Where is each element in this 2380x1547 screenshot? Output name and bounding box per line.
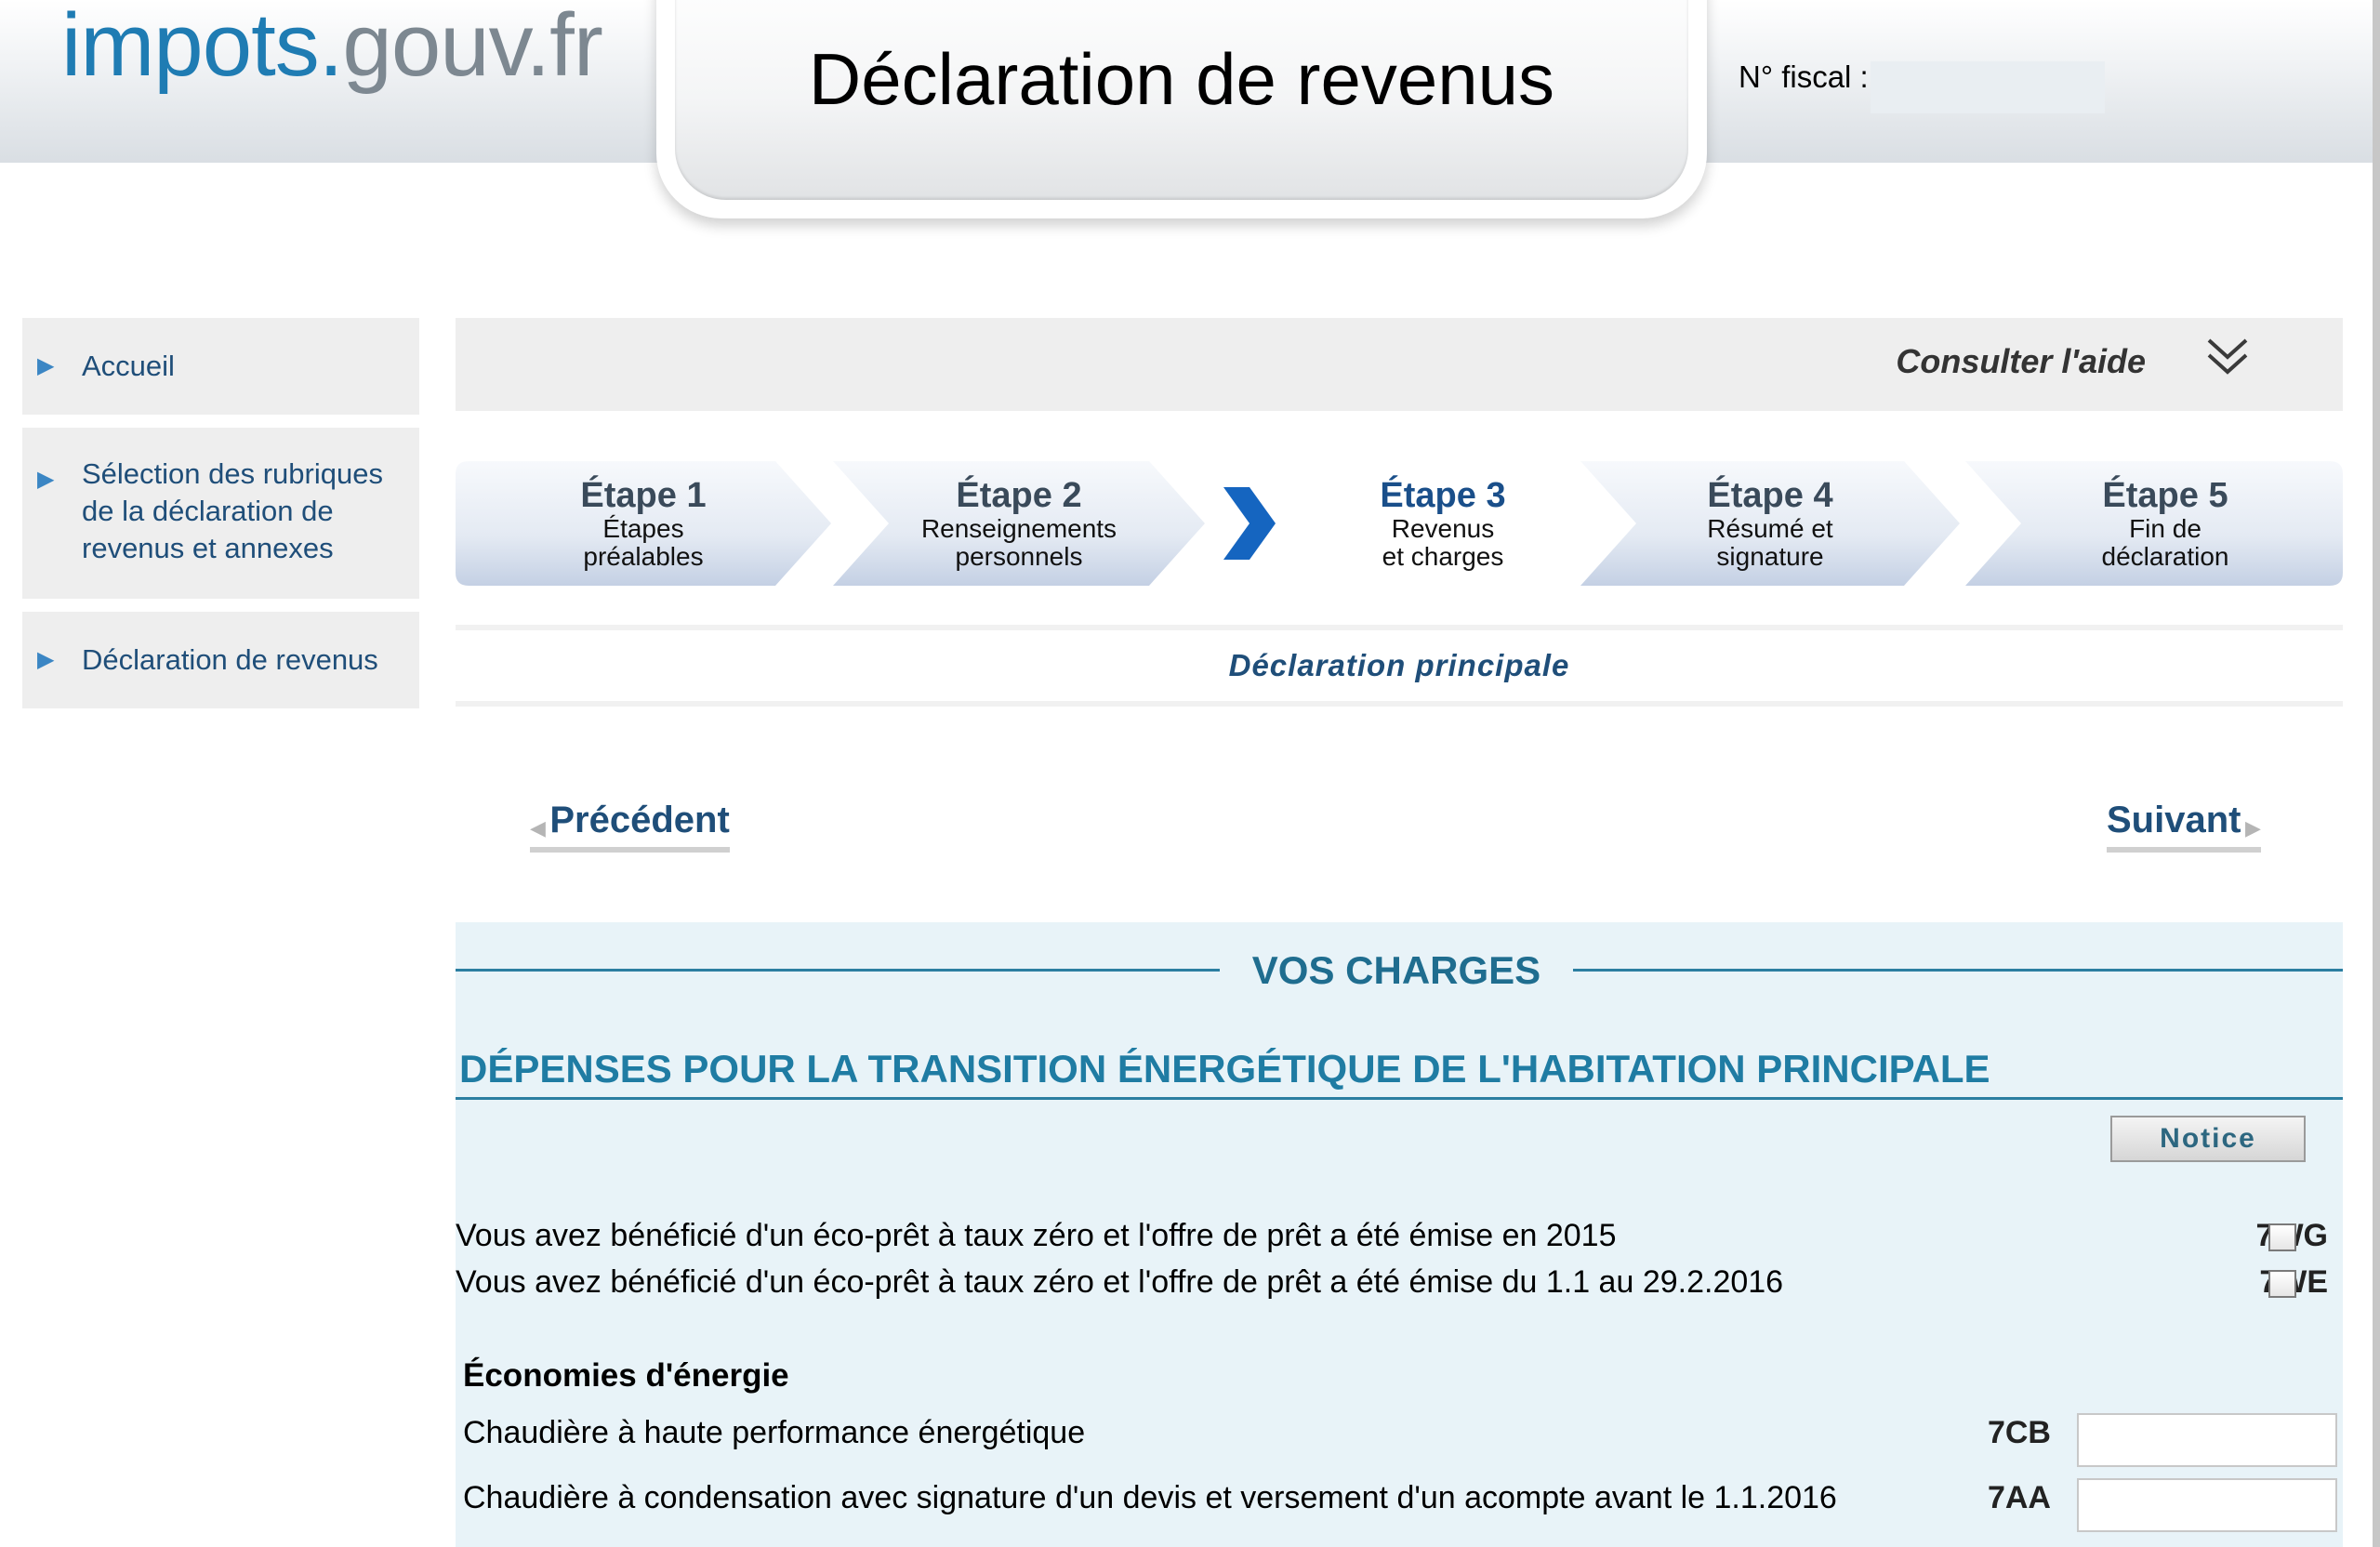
- notice-button[interactable]: Notice: [2110, 1116, 2306, 1162]
- step-desc-line2: personnels: [955, 542, 1083, 571]
- double-chevron-down-icon[interactable]: [2203, 335, 2252, 383]
- triangle-right-icon: ▶: [37, 353, 55, 378]
- previous-label: Précédent: [549, 800, 730, 840]
- previous-button[interactable]: ◀ Précédent: [530, 800, 730, 853]
- step-label: Étape 5 Fin de déclaration: [1988, 478, 2343, 571]
- page-title: Déclaration de revenus: [808, 38, 1555, 120]
- group-title: Économies d'énergie: [463, 1357, 789, 1394]
- sidebar-item-label: Déclaration de revenus: [82, 643, 378, 676]
- step-label: Étape 4 Résumé et signature: [1580, 478, 1960, 571]
- arrow-right-icon: ▶: [2244, 815, 2261, 840]
- step-desc-line1: Résumé et: [1707, 514, 1833, 543]
- subsection-title: DÉPENSES POUR LA TRANSITION ÉNERGÉTIQUE …: [459, 1047, 1990, 1091]
- step-4: Étape 4 Résumé et signature: [1580, 461, 1960, 586]
- step-desc-line1: Étapes: [602, 514, 684, 543]
- step-1: Étape 1 Étapes préalables: [456, 461, 831, 586]
- sidebar-item-declaration-revenus[interactable]: ▶ Déclaration de revenus: [22, 612, 419, 708]
- fiscal-number-value: [1871, 61, 2105, 113]
- step-desc-line1: Renseignements: [920, 514, 1117, 543]
- page-title-tab-inner: Déclaration de revenus: [675, 0, 1688, 200]
- step-desc-line2: préalables: [583, 542, 704, 571]
- step-5: Étape 5 Fin de déclaration: [1965, 461, 2343, 586]
- page-title-tab: Déclaration de revenus: [656, 0, 1707, 218]
- section-divider: [1573, 969, 2343, 972]
- fiscal-number-label: N° fiscal :: [1739, 60, 1869, 94]
- sidebar-item-label: Sélection des rubriques de la déclaratio…: [82, 457, 383, 564]
- step-label: Étape 2 Renseignements personnels: [833, 478, 1205, 571]
- arrow-left-icon: ◀: [530, 815, 546, 840]
- step-number: Étape 5: [2102, 476, 2228, 515]
- next-label: Suivant: [2107, 800, 2241, 840]
- step-2: Étape 2 Renseignements personnels: [833, 461, 1205, 586]
- subsection-divider: [456, 1097, 2343, 1100]
- help-bar: Consulter l'aide: [456, 318, 2343, 411]
- step-label: Étape 1 Étapes préalables: [456, 478, 831, 571]
- sidebar-item-selection-rubriques[interactable]: ▶ Sélection des rubriques de la déclarat…: [22, 428, 419, 599]
- triangle-right-icon: ▶: [37, 467, 55, 492]
- checkbox-7we[interactable]: [2268, 1270, 2296, 1298]
- triangle-right-icon: ▶: [37, 647, 55, 672]
- window-edge: [2373, 0, 2380, 1547]
- step-number: Étape 4: [1707, 476, 1833, 515]
- step-desc-line2: signature: [1716, 542, 1824, 571]
- step-desc-line1: Fin de: [2129, 514, 2202, 543]
- step-desc-line2: déclaration: [2101, 542, 2229, 571]
- eco-pret-2016-label: Vous avez bénéficié d'un éco-prêt à taux…: [456, 1264, 1784, 1300]
- step-desc-line1: Revenus: [1391, 514, 1495, 543]
- next-button[interactable]: Suivant ▶: [2107, 800, 2261, 853]
- step-number: Étape 1: [580, 476, 707, 515]
- step-3: Étape 3 Revenus et charges: [1209, 461, 1580, 586]
- sidebar-item-label: Accueil: [82, 350, 175, 382]
- step-desc-line2: et charges: [1382, 542, 1504, 571]
- step-number: Étape 3: [1380, 476, 1506, 515]
- section-divider: [456, 969, 1220, 972]
- eco-pret-2015-label: Vous avez bénéficié d'un éco-prêt à taux…: [456, 1218, 1617, 1253]
- box-code: 7CB: [1987, 1415, 2051, 1450]
- help-link[interactable]: Consulter l'aide: [1896, 342, 2146, 381]
- declaration-subheader: Déclaration principale: [456, 625, 2343, 707]
- charges-form: VOS CHARGES DÉPENSES POUR LA TRANSITION …: [456, 922, 2343, 1547]
- chaudiere-haute-performance-label: Chaudière à haute performance énergétiqu…: [463, 1415, 1086, 1450]
- sidebar-item-accueil[interactable]: ▶ Accueil: [22, 318, 419, 415]
- section-title: VOS CHARGES: [1251, 948, 1541, 992]
- step-number: Étape 2: [956, 476, 1082, 515]
- checkbox-7wg[interactable]: [2268, 1223, 2296, 1251]
- step-label: Étape 3 Revenus et charges: [1305, 478, 1580, 571]
- amount-input-7cb[interactable]: [2077, 1413, 2337, 1467]
- amount-input-7aa[interactable]: [2077, 1478, 2337, 1532]
- chaudiere-condensation-label: Chaudière à condensation avec signature …: [463, 1480, 1837, 1515]
- site-logo[interactable]: impots.gouv.fr: [61, 0, 603, 97]
- box-code: 7AA: [1987, 1480, 2051, 1515]
